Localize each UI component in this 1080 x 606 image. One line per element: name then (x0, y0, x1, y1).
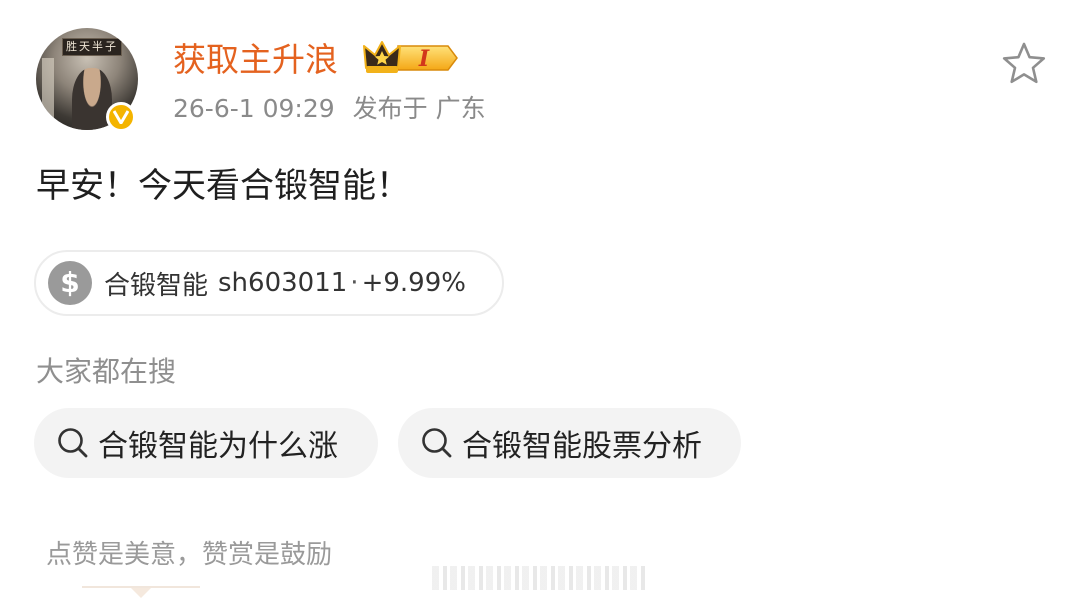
trending-label: 大家都在搜 (36, 355, 177, 388)
avatar-calligraphy-scroll (42, 58, 54, 118)
stock-change: +9.99% (361, 268, 466, 298)
reward-prompt: 点赞是美意，赞赏是鼓励 (46, 540, 333, 570)
reward-caret-icon (131, 588, 151, 598)
verified-icon (106, 102, 136, 132)
post-location: 发布于 广东 (352, 94, 486, 123)
avatar-plaque-text: 胜天半子 (62, 38, 122, 56)
search-icon (422, 428, 452, 458)
dollar-coin-icon: $ (48, 261, 92, 305)
post-timestamp: 26-6-1 09:29 (173, 94, 335, 123)
trending-query-1[interactable]: 合锻智能为什么涨 (34, 408, 378, 478)
search-icon (58, 428, 88, 458)
blurred-content (432, 566, 646, 590)
post-body: 早安！今天看合锻智能！ (36, 166, 410, 206)
username[interactable]: 获取主升浪 (173, 38, 338, 82)
favorite-button[interactable] (998, 38, 1050, 90)
trending-query-text: 合锻智能为什么涨 (98, 429, 338, 464)
stock-separator: · (350, 268, 359, 298)
trending-query-2[interactable]: 合锻智能股票分析 (398, 408, 741, 478)
trending-query-text: 合锻智能股票分析 (462, 429, 702, 464)
stock-code: sh603011 (218, 268, 348, 298)
star-outline-icon (1002, 42, 1046, 84)
crown-badge-icon[interactable]: I (362, 38, 460, 78)
stock-tag[interactable]: $ 合锻智能 sh603011 · +9.99% (34, 250, 504, 316)
stock-name: 合锻智能 (104, 270, 209, 301)
badge-level: I (418, 46, 430, 72)
post-meta: 26-6-1 09:29 发布于 广东 (173, 91, 486, 127)
